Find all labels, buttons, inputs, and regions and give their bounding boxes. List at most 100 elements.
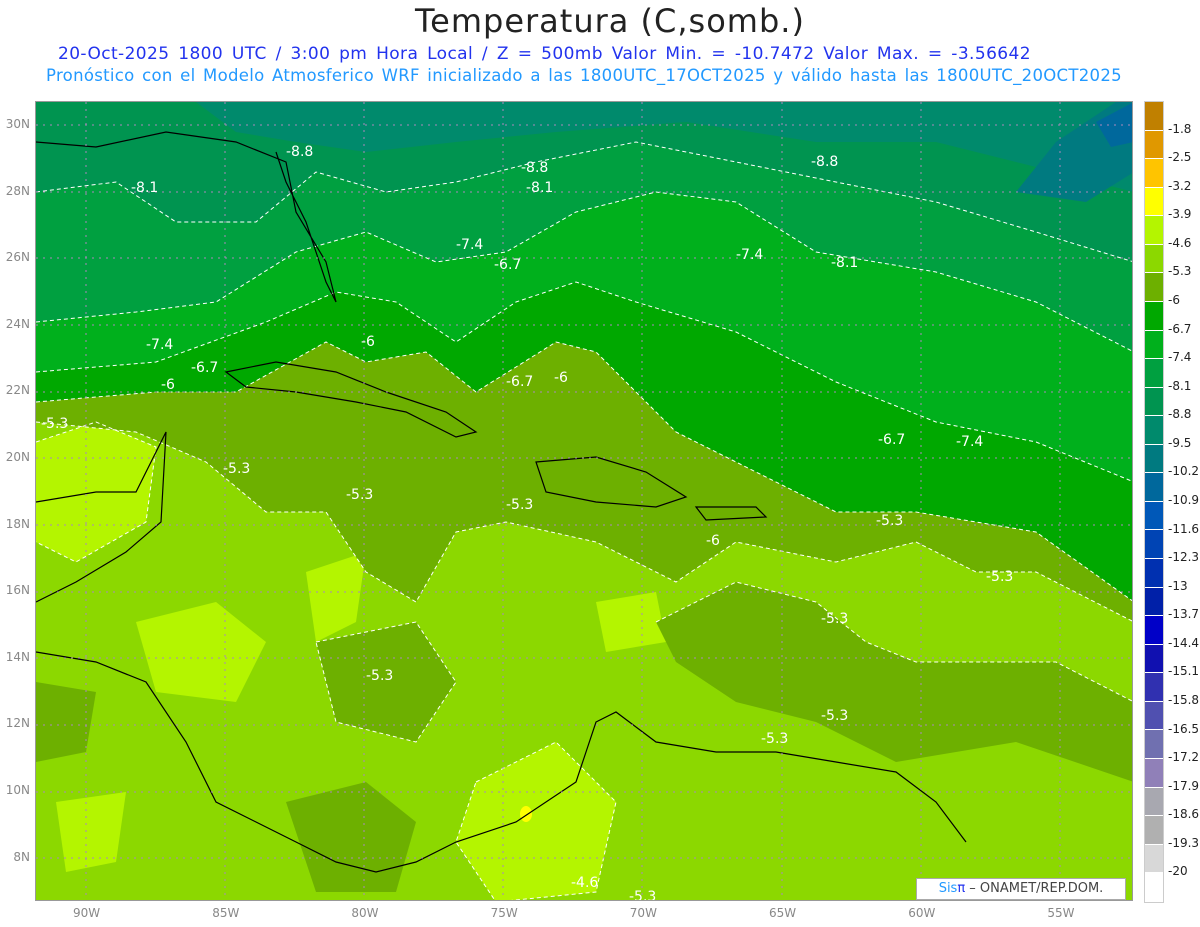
colorbar-label: -17.9 bbox=[1168, 778, 1200, 793]
contour-label: -6 bbox=[706, 533, 720, 549]
lat-tick-label: 20N bbox=[5, 450, 30, 464]
contour-label: -6 bbox=[361, 334, 375, 350]
colorbar-label: -17.2 bbox=[1168, 750, 1200, 765]
lat-tick-label: 30N bbox=[5, 117, 30, 131]
colorbar-swatch bbox=[1145, 130, 1163, 160]
contour-label: -5.3 bbox=[761, 731, 789, 747]
colorbar-swatch bbox=[1145, 673, 1163, 702]
brand-sis: Sis bbox=[938, 881, 958, 896]
lat-tick-label: 16N bbox=[5, 583, 30, 598]
lon-tick-label: 55W bbox=[1047, 906, 1075, 920]
colorbar-swatch bbox=[1145, 301, 1163, 331]
colorbar-swatch bbox=[1145, 701, 1163, 731]
colorbar-label: -3.2 bbox=[1168, 178, 1192, 193]
colorbar-swatch bbox=[1145, 473, 1163, 502]
lat-tick-label: 26N bbox=[5, 250, 30, 265]
contour-label: -5.3 bbox=[986, 569, 1014, 585]
colorbar-label: -15.8 bbox=[1168, 693, 1200, 707]
colorbar-swatch bbox=[1145, 387, 1163, 417]
contour-label: -6.7 bbox=[191, 360, 219, 376]
colorbar-swatch bbox=[1145, 416, 1163, 445]
colorbar-label: -19.3 bbox=[1168, 835, 1200, 850]
colorbar-swatch bbox=[1145, 844, 1163, 874]
contour-label: -6.7 bbox=[878, 432, 906, 448]
colorbar-swatch bbox=[1145, 330, 1163, 360]
lat-tick-label: 12N bbox=[5, 716, 30, 731]
contour-label: -7.4 bbox=[456, 237, 484, 253]
colorbar-label: -13.7 bbox=[1168, 607, 1200, 622]
colorbar-label: -12.3 bbox=[1168, 550, 1200, 565]
contour-label: -5.3 bbox=[366, 668, 394, 684]
lon-tick-label: 90W bbox=[73, 906, 101, 920]
lat-tick-label: 18N bbox=[5, 516, 30, 531]
contour-label: -8.1 bbox=[831, 255, 859, 271]
colorbar-label: -16.5 bbox=[1168, 721, 1200, 736]
colorbar-label: -10.2 bbox=[1168, 464, 1200, 479]
colorbar-label: -1.8 bbox=[1168, 121, 1192, 136]
lat-tick-label: 10N bbox=[5, 783, 30, 797]
lon-tick-label: 65W bbox=[769, 906, 797, 920]
colorbar-label: -6 bbox=[1168, 293, 1180, 307]
colorbar-swatch bbox=[1145, 216, 1163, 245]
lat-tick-label: 14N bbox=[5, 649, 30, 664]
contour-label: -6.7 bbox=[494, 257, 522, 273]
contour-label: -4.6 bbox=[571, 875, 599, 891]
colorbar-label: -15.1 bbox=[1168, 664, 1200, 679]
colorbar-swatch bbox=[1145, 758, 1163, 788]
contour-label: -5.3 bbox=[506, 497, 534, 513]
contour-label: -7.4 bbox=[146, 337, 174, 353]
credit-box: Sisπ – ONAMET/REP.DOM. bbox=[916, 878, 1126, 900]
temperature-map[interactable]: -8.8 -8.1 -8.8 -8.1 -8.8 -7.4 -6.7 -7.4 -8.1 -7.4… bbox=[35, 101, 1133, 901]
colorbar bbox=[1144, 101, 1164, 903]
colorbar-label: -4.6 bbox=[1168, 235, 1192, 250]
lon-tick-label: 75W bbox=[490, 906, 518, 920]
contour-label: -5.3 bbox=[223, 461, 251, 477]
lon-tick-label: 85W bbox=[212, 906, 240, 920]
colorbar-label: -13 bbox=[1168, 578, 1188, 593]
colorbar-label: -8.1 bbox=[1168, 378, 1192, 393]
lon-tick-label: 60W bbox=[908, 906, 936, 920]
colorbar-swatch bbox=[1145, 187, 1163, 217]
contour-label: -5.3 bbox=[821, 708, 849, 724]
colorbar-swatch bbox=[1145, 501, 1163, 531]
contour-label: -8.8 bbox=[286, 144, 314, 160]
colorbar-label: -8.8 bbox=[1168, 407, 1192, 422]
colorbar-label: -7.4 bbox=[1168, 350, 1192, 365]
colorbar-swatch bbox=[1145, 359, 1163, 388]
colorbar-swatch bbox=[1145, 616, 1163, 645]
colorbar-swatch bbox=[1145, 873, 1163, 902]
colorbar-label: -11.6 bbox=[1168, 521, 1200, 536]
contour-label: -6 bbox=[554, 370, 568, 386]
colorbar-label: -20 bbox=[1168, 864, 1188, 879]
colorbar-label: -9.5 bbox=[1168, 435, 1192, 450]
colorbar-swatch bbox=[1145, 730, 1163, 759]
contour-label: -7.4 bbox=[736, 247, 764, 263]
colorbar-swatch bbox=[1145, 102, 1163, 131]
contour-label: -6 bbox=[161, 377, 175, 393]
colorbar-label: -3.9 bbox=[1168, 207, 1192, 222]
contour-label: -8.1 bbox=[526, 180, 554, 196]
contour-label: -6.7 bbox=[506, 374, 534, 390]
lat-tick-label: 22N bbox=[5, 383, 30, 398]
contour-label: -5.3 bbox=[41, 416, 69, 432]
colorbar-label: -14.4 bbox=[1168, 635, 1200, 650]
colorbar-swatch bbox=[1145, 244, 1163, 274]
contour-label: -7.4 bbox=[956, 434, 984, 450]
band-3.2-3.9 bbox=[520, 806, 532, 822]
contour-label: -5.3 bbox=[876, 513, 904, 529]
colorbar-label: -18.6 bbox=[1168, 807, 1200, 822]
colorbar-swatch bbox=[1145, 816, 1163, 845]
colorbar-swatch bbox=[1145, 587, 1163, 617]
contour-label: -5.3 bbox=[821, 611, 849, 627]
colorbar-swatch bbox=[1145, 444, 1163, 474]
colorbar-swatch bbox=[1145, 559, 1163, 588]
lat-tick-label: 28N bbox=[5, 183, 30, 198]
colorbar-swatch bbox=[1145, 530, 1163, 559]
model-info-subtitle: Pronóstico con el Modelo Atmosferico WRF… bbox=[46, 66, 1122, 85]
lon-tick-label: 80W bbox=[351, 906, 379, 920]
contour-label: -8.1 bbox=[131, 180, 159, 196]
colorbar-swatch bbox=[1145, 273, 1163, 302]
valid-time-subtitle: 20-Oct-2025 1800 UTC / 3:00 pm Hora Loca… bbox=[58, 44, 1031, 64]
lon-tick-label: 70W bbox=[629, 906, 657, 920]
lat-tick-label: 24N bbox=[5, 316, 30, 331]
